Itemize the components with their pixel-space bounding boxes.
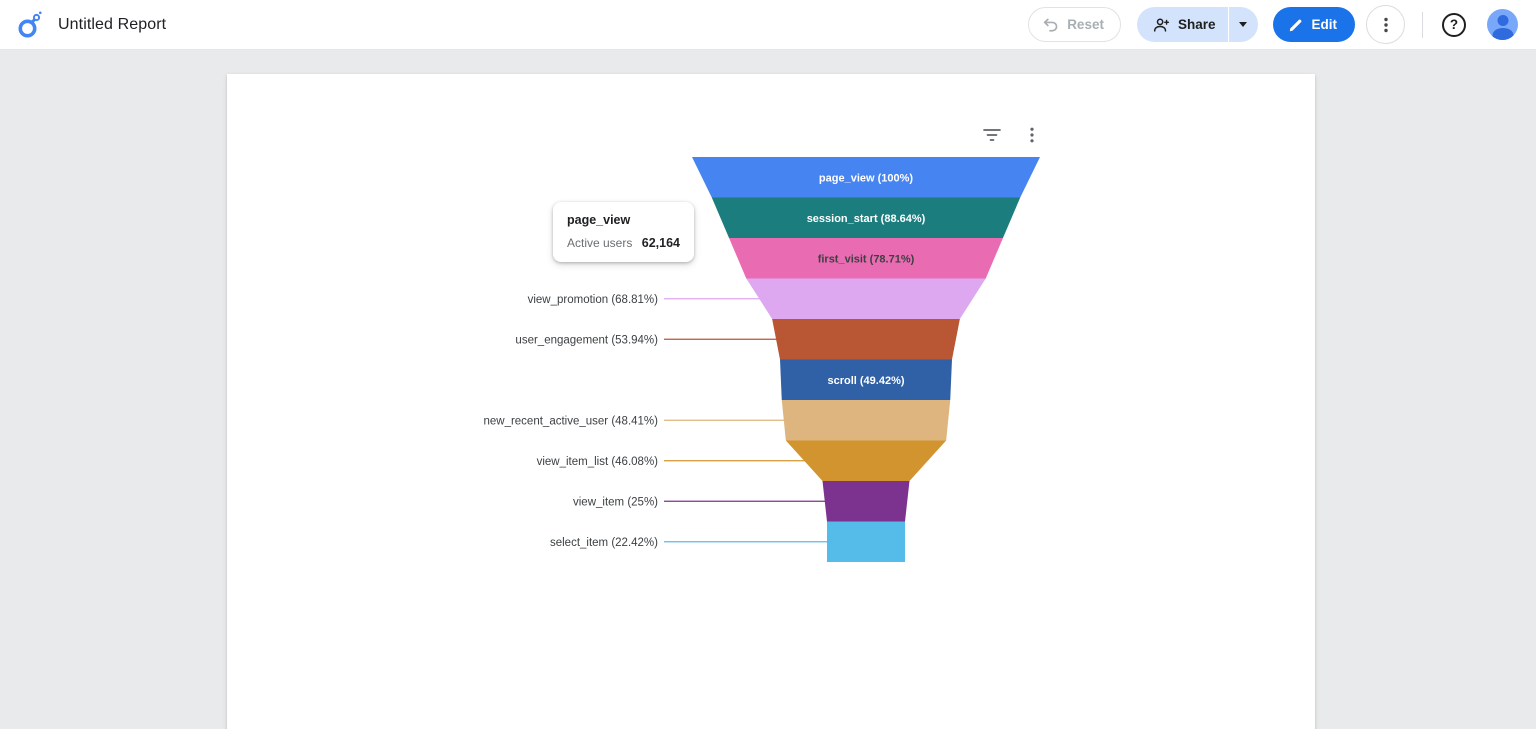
report-title[interactable]: Untitled Report — [58, 16, 166, 34]
help-button[interactable]: ? — [1442, 12, 1466, 37]
funnel-label-page_view: page_view (100%) — [819, 172, 913, 184]
funnel-label-new_recent_active_user: new_recent_active_user (48.41%) — [483, 415, 658, 427]
reset-label: Reset — [1067, 17, 1104, 32]
share-split-button: Share — [1136, 7, 1258, 42]
funnel-segment-user_engagement[interactable] — [772, 319, 960, 360]
workspace: page_view (100%) session_start (88.64%) fi… — [0, 50, 1536, 729]
funnel-label-view_item: view_item (25%) — [573, 496, 658, 508]
funnel-label-first_visit: first_visit (78.71%) — [818, 253, 915, 265]
looker-studio-logo-icon — [18, 11, 42, 37]
edit-label: Edit — [1311, 17, 1338, 32]
funnel-label-scroll: scroll (49.42%) — [827, 375, 904, 387]
more-options-button[interactable] — [1366, 5, 1405, 44]
app-header: Untitled Report Reset Share Edit ? — [0, 0, 1536, 50]
funnel-segment-new_recent_active_user[interactable] — [781, 400, 951, 441]
funnel-segment-view_item[interactable] — [822, 481, 910, 522]
undo-icon — [1043, 18, 1058, 32]
edit-button[interactable]: Edit — [1272, 7, 1355, 42]
user-avatar[interactable] — [1487, 9, 1518, 40]
reset-button[interactable]: Reset — [1028, 7, 1121, 42]
funnel-chart[interactable]: page_view (100%) session_start (88.64%) fi… — [227, 74, 1315, 729]
vertical-dots-icon — [1383, 17, 1388, 32]
share-button[interactable]: Share — [1137, 7, 1228, 42]
report-canvas[interactable]: page_view (100%) session_start (88.64%) fi… — [227, 74, 1315, 729]
funnel-label-session_start: session_start (88.64%) — [807, 213, 926, 225]
funnel-label-view_item_list: view_item_list (46.08%) — [537, 456, 659, 468]
funnel-label-user_engagement: user_engagement (53.94%) — [515, 334, 658, 346]
funnel-label-view_promotion: view_promotion (68.81%) — [528, 294, 659, 306]
tooltip-metric-label: Active users — [567, 236, 633, 250]
chevron-down-icon — [1239, 22, 1247, 27]
share-options-button[interactable] — [1229, 7, 1258, 42]
tooltip-title: page_view — [567, 213, 631, 227]
funnel-segment-select_item[interactable] — [826, 521, 906, 563]
help-glyph: ? — [1449, 17, 1459, 32]
tooltip-value: 62,164 — [641, 236, 680, 250]
person-add-icon — [1153, 17, 1170, 32]
funnel-label-select_item: select_item (22.42%) — [550, 537, 658, 549]
pencil-icon — [1289, 19, 1301, 31]
header-divider — [1422, 11, 1423, 38]
avatar-person-icon — [1497, 15, 1508, 26]
funnel-segment-view_promotion[interactable] — [746, 278, 986, 320]
share-label: Share — [1177, 17, 1216, 32]
chart-tooltip: page_view Active users 62,164 — [553, 202, 694, 262]
